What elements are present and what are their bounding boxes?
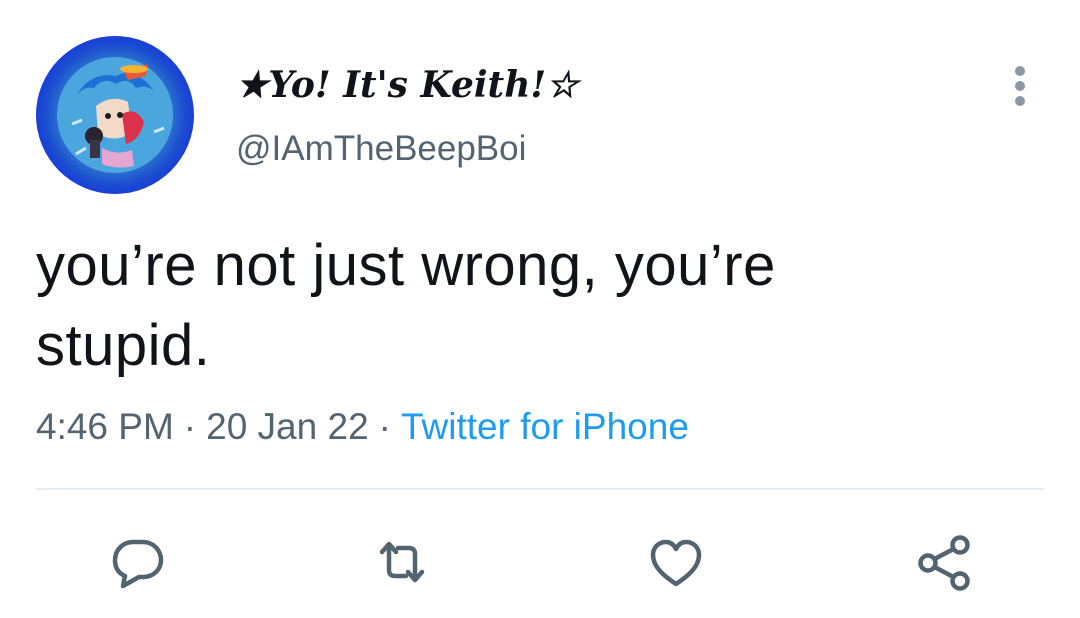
like-button[interactable] <box>644 530 708 594</box>
reply-icon <box>112 539 164 589</box>
tweet-text: you’re not just wrong, you’re stupid. <box>36 226 1036 386</box>
tweet-time[interactable]: 4:46 PM <box>36 406 174 447</box>
tweet-meta: 4:46 PM · 20 Jan 22 · Twitter for iPhone <box>36 401 689 453</box>
retweet-icon <box>379 541 425 583</box>
more-dot <box>1015 81 1025 91</box>
like-icon <box>650 539 702 587</box>
avatar[interactable] <box>36 36 194 194</box>
meta-separator: · <box>183 406 197 447</box>
more-options-icon[interactable] <box>1002 60 1038 106</box>
display-name[interactable]: ★Yo! It's Keith!☆ <box>236 63 578 107</box>
divider <box>36 488 1044 490</box>
tweet-date[interactable]: 20 Jan 22 <box>206 406 369 447</box>
more-dot <box>1015 96 1025 106</box>
meta-separator: · <box>378 406 391 447</box>
retweet-button[interactable] <box>370 530 434 594</box>
share-icon <box>918 535 970 591</box>
user-handle[interactable]: @IAmTheBeepBoi <box>236 127 526 171</box>
more-dot <box>1015 66 1025 76</box>
reply-button[interactable] <box>106 530 170 594</box>
share-button[interactable] <box>912 530 976 594</box>
tweet-card: ★Yo! It's Keith!☆ @IAmTheBeepBoi you’re … <box>0 0 1080 618</box>
tweet-text-line: you’re not just wrong, you’re <box>36 233 776 298</box>
tweet-source-link[interactable]: Twitter for iPhone <box>401 406 689 447</box>
avatar-art <box>57 57 173 173</box>
tweet-text-line: stupid. <box>36 313 211 378</box>
